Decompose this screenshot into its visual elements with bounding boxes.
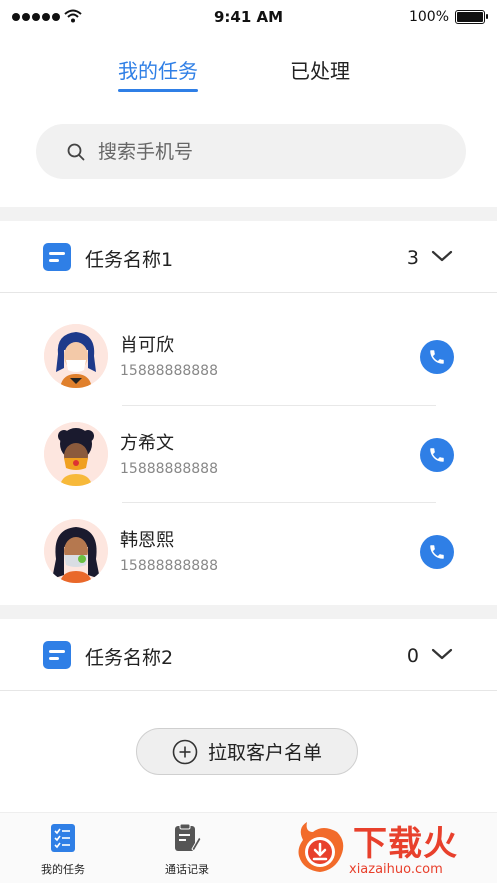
contact-phone: 15888888888 bbox=[120, 461, 218, 477]
task-group-title: 任务名称2 bbox=[85, 647, 174, 669]
task-group-header[interactable]: 任务名称2 0 bbox=[0, 619, 497, 691]
phone-icon bbox=[430, 545, 444, 559]
phone-icon bbox=[430, 448, 444, 462]
watermark: 下载火 xiazaihuo.com bbox=[287, 812, 497, 883]
pull-button-label: 拉取客户名单 bbox=[207, 742, 322, 764]
section-divider bbox=[0, 207, 497, 221]
contact-phone: 15888888888 bbox=[120, 558, 218, 574]
tab-processed[interactable]: 已处理 bbox=[290, 55, 350, 84]
call-button[interactable] bbox=[420, 340, 454, 374]
section-divider bbox=[0, 605, 497, 619]
task-doc-icon bbox=[43, 641, 71, 669]
battery-percent: 100% bbox=[408, 9, 449, 25]
avatar bbox=[44, 422, 108, 486]
contact-row[interactable]: 方希文 15888888888 bbox=[0, 405, 497, 503]
call-button[interactable] bbox=[420, 535, 454, 569]
avatar bbox=[44, 324, 108, 388]
search-input[interactable] bbox=[98, 140, 418, 163]
task-doc-icon bbox=[43, 243, 71, 271]
chevron-down-icon[interactable] bbox=[431, 647, 453, 661]
task-group-count: 3 bbox=[406, 247, 419, 269]
chevron-down-icon[interactable] bbox=[431, 249, 453, 263]
nav-label: 通话记录 bbox=[165, 863, 209, 876]
status-bar: 9:41 AM 100% bbox=[0, 0, 497, 34]
contact-name: 韩恩熙 bbox=[120, 530, 174, 551]
watermark-logo-icon bbox=[298, 822, 344, 872]
search-bar bbox=[36, 124, 466, 179]
contact-name: 肖可欣 bbox=[120, 335, 174, 356]
battery-icon bbox=[455, 10, 488, 24]
call-record-icon bbox=[175, 823, 202, 852]
tab-label: 已处理 bbox=[290, 59, 350, 83]
phone-icon bbox=[430, 350, 444, 364]
avatar bbox=[44, 519, 108, 583]
tab-bar: 我的任务 已处理 bbox=[0, 55, 497, 92]
search-icon bbox=[67, 143, 85, 160]
call-button[interactable] bbox=[420, 438, 454, 472]
task-list-icon bbox=[51, 824, 75, 852]
tab-underline bbox=[118, 89, 198, 92]
watermark-text: 下载火 bbox=[353, 824, 458, 864]
pull-customer-list-button[interactable]: 拉取客户名单 bbox=[136, 728, 358, 775]
nav-call-records[interactable]: 通话记录 bbox=[147, 823, 227, 877]
contact-phone: 15888888888 bbox=[120, 363, 218, 379]
task-group-title: 任务名称1 bbox=[85, 249, 174, 271]
nav-label: 我的任务 bbox=[41, 863, 85, 876]
task-group-header[interactable]: 任务名称1 3 bbox=[0, 221, 497, 293]
contact-row[interactable]: 韩恩熙 15888888888 bbox=[0, 502, 497, 600]
nav-my-tasks[interactable]: 我的任务 bbox=[23, 823, 103, 877]
plus-circle-icon bbox=[172, 739, 198, 764]
task-group-count: 0 bbox=[406, 645, 419, 667]
tab-my-tasks[interactable]: 我的任务 bbox=[118, 55, 198, 92]
contact-name: 方希文 bbox=[120, 433, 174, 454]
contact-row[interactable]: 肖可欣 15888888888 bbox=[0, 307, 497, 405]
tab-label: 我的任务 bbox=[118, 59, 198, 83]
watermark-url: xiazaihuo.com bbox=[349, 862, 443, 877]
